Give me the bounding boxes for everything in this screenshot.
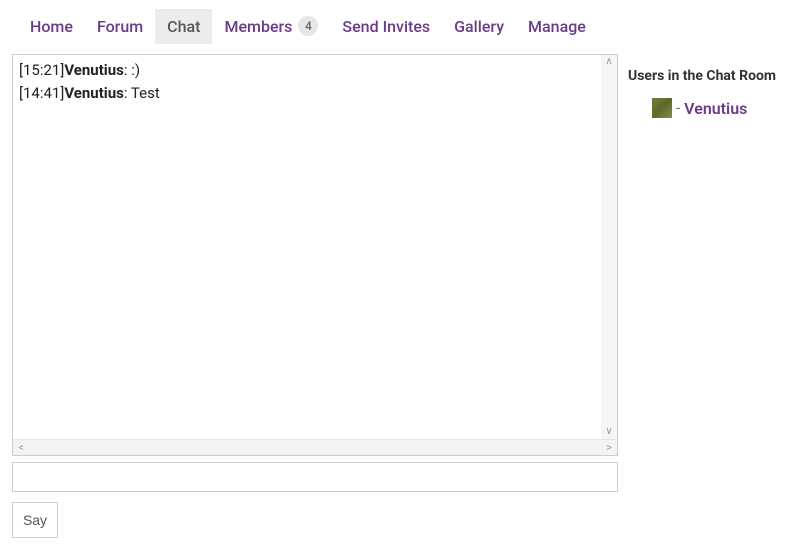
users-sidebar: Users in the Chat Room - Venutius: [624, 54, 776, 538]
chat-log: [15:21]Venutius: :) [14:41]Venutius: Tes…: [12, 54, 618, 456]
message-user: Venutius: [64, 84, 124, 102]
nav-gallery[interactable]: Gallery: [442, 9, 516, 44]
say-button[interactable]: Say: [12, 502, 58, 538]
scroll-left-icon[interactable]: <: [15, 442, 27, 454]
chat-message: [15:21]Venutius: :): [19, 59, 611, 82]
user-link[interactable]: Venutius: [684, 99, 747, 118]
message-time: [15:21]: [19, 61, 64, 79]
user-separator: -: [676, 99, 680, 117]
nav-chat[interactable]: Chat: [155, 9, 212, 44]
avatar[interactable]: [652, 98, 672, 118]
chat-message: [14:41]Venutius: Test: [19, 82, 611, 105]
nav-members[interactable]: Members 4: [212, 8, 330, 44]
nav-send-invites[interactable]: Send Invites: [330, 9, 442, 44]
scroll-right-icon[interactable]: >: [603, 442, 615, 454]
nav-manage[interactable]: Manage: [516, 9, 598, 44]
message-text: :): [131, 61, 140, 79]
scroll-up-icon[interactable]: ∧: [604, 57, 614, 67]
horizontal-scrollbar[interactable]: < >: [13, 439, 617, 455]
members-count-badge: 4: [298, 16, 318, 36]
nav-home[interactable]: Home: [18, 9, 85, 44]
nav-forum[interactable]: Forum: [85, 9, 155, 44]
message-text: Test: [131, 84, 160, 102]
chat-input[interactable]: [12, 462, 618, 492]
message-user: Venutius: [64, 61, 124, 79]
vertical-scrollbar[interactable]: ∧ ∨: [601, 55, 617, 439]
scroll-down-icon[interactable]: ∨: [604, 427, 614, 437]
nav-members-label: Members: [224, 17, 292, 36]
sidebar-title: Users in the Chat Room: [628, 68, 776, 84]
message-time: [14:41]: [19, 84, 64, 102]
nav-tabs: Home Forum Chat Members 4 Send Invites G…: [0, 0, 803, 54]
message-sep: :: [124, 84, 131, 102]
user-row: - Venutius: [628, 98, 776, 118]
